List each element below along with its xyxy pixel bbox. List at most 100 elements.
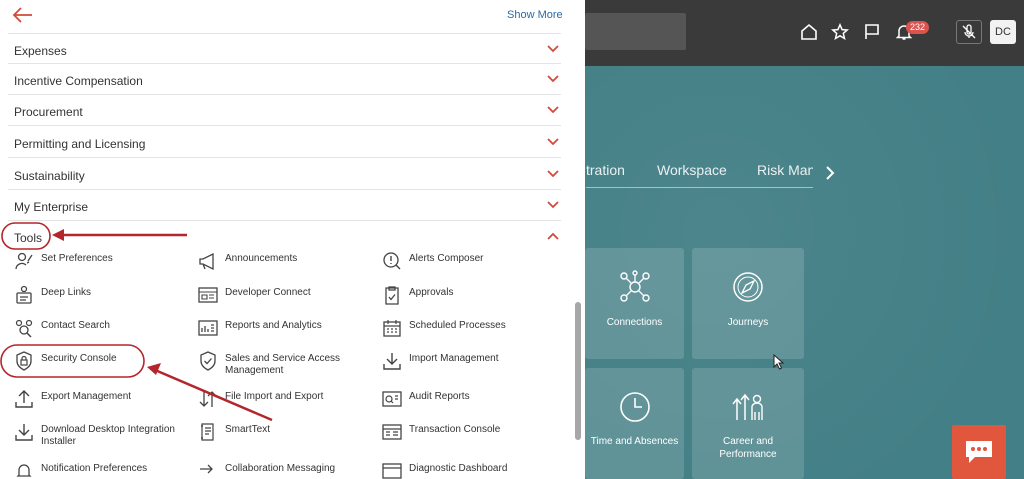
shield-lock-icon	[16, 351, 32, 371]
chat-bubble-icon	[966, 441, 992, 463]
tool-label: Approvals	[409, 287, 454, 298]
home-icon[interactable]	[798, 21, 820, 43]
tab-risk-management[interactable]: Risk Mana	[757, 162, 813, 178]
chevron-down-icon	[547, 170, 559, 178]
tool-audit-reports[interactable]: Audit Reports	[382, 389, 470, 409]
messaging-icon	[200, 464, 213, 474]
category-label: My Enterprise	[14, 200, 89, 214]
export-icon	[15, 390, 33, 408]
tool-label: Collaboration Messaging	[225, 463, 336, 474]
tool-announcements[interactable]: Announcements	[198, 251, 297, 271]
tool-notification-preferences[interactable]: Notification Preferences	[14, 461, 147, 479]
global-search-input[interactable]	[585, 13, 686, 50]
tool-download-desktop-integration-installer[interactable]: Download Desktop Integration Installer	[14, 422, 181, 448]
tool-label: Developer Connect	[225, 287, 311, 298]
category-sustainability[interactable]: Sustainability	[8, 159, 561, 190]
tile-label: Connections	[606, 317, 663, 328]
category-my-enterprise[interactable]: My Enterprise	[8, 190, 561, 221]
user-settings-icon	[15, 252, 33, 270]
category-label: Expenses	[14, 44, 67, 58]
shield-check-icon	[200, 351, 216, 371]
console-icon	[382, 424, 402, 440]
tool-reports-and-analytics[interactable]: Reports and Analytics	[198, 318, 322, 338]
tool-diagnostic-dashboard[interactable]: Diagnostic Dashboard	[382, 461, 507, 479]
tab-administration[interactable]: tration	[586, 162, 625, 178]
chevron-down-icon	[547, 75, 559, 83]
tool-transaction-console[interactable]: Transaction Console	[382, 422, 500, 442]
scrollbar-thumb[interactable]	[575, 302, 581, 440]
tool-label: SmartText	[225, 424, 271, 435]
tool-label: Contact Search	[41, 320, 110, 331]
category-permitting-and-licensing[interactable]: Permitting and Licensing	[8, 127, 561, 158]
tool-label: Alerts Composer	[409, 253, 484, 264]
clock-icon	[619, 392, 650, 422]
tool-set-preferences[interactable]: Set Preferences	[14, 251, 113, 271]
tool-smarttext[interactable]: SmartText	[198, 422, 270, 442]
tool-file-import-and-export[interactable]: File Import and Export	[198, 389, 323, 409]
back-arrow-icon[interactable]	[12, 6, 34, 24]
file-transfer-icon	[199, 391, 217, 407]
tile-journeys[interactable]: Journeys	[692, 248, 804, 359]
tool-label: Scheduled Processes	[409, 320, 506, 331]
tile-label: Career and Performance	[719, 436, 777, 460]
tool-developer-connect[interactable]: Developer Connect	[198, 285, 311, 305]
tool-approvals[interactable]: Approvals	[382, 285, 453, 305]
chevron-right-icon[interactable]	[822, 164, 838, 182]
tool-alerts-composer[interactable]: Alerts Composer	[382, 251, 483, 271]
tool-label: Transaction Console	[409, 424, 501, 435]
chevron-down-icon	[547, 106, 559, 114]
category-label: Procurement	[14, 105, 83, 119]
alert-icon	[383, 252, 401, 270]
tool-deep-links[interactable]: Deep Links	[14, 285, 91, 305]
voice-off-button[interactable]	[956, 20, 982, 44]
tile-label: Time and Absences	[590, 436, 679, 447]
tool-security-console[interactable]: Security Console	[14, 351, 117, 371]
tool-scheduled-processes[interactable]: Scheduled Processes	[382, 318, 506, 338]
tool-contact-search[interactable]: Contact Search	[14, 318, 110, 338]
tool-collaboration-messaging[interactable]: Collaboration Messaging	[198, 461, 335, 479]
show-more-link[interactable]: Show More	[507, 9, 563, 21]
audit-icon	[382, 391, 402, 407]
dashboard-icon	[382, 463, 402, 479]
tile-label: Journeys	[727, 317, 769, 328]
category-label: Sustainability	[14, 169, 85, 183]
tile-career-and-performance[interactable]: Career and Performance	[692, 368, 804, 479]
chat-button[interactable]	[952, 425, 1006, 479]
flag-icon[interactable]	[861, 21, 883, 43]
report-icon	[198, 320, 218, 336]
tool-sales-and-service-access-management[interactable]: Sales and Service Access Management	[198, 351, 365, 377]
deep-links-icon	[16, 285, 32, 304]
connections-icon	[619, 270, 650, 302]
tool-export-management[interactable]: Export Management	[14, 389, 131, 409]
clipboard-check-icon	[385, 286, 399, 305]
calendar-icon	[383, 320, 401, 337]
category-procurement[interactable]: Procurement	[8, 95, 561, 126]
chevron-down-icon	[547, 45, 559, 53]
import-icon	[383, 353, 401, 370]
category-incentive-compensation[interactable]: Incentive Compensation	[8, 64, 561, 95]
chevron-up-icon[interactable]	[547, 232, 559, 240]
contact-search-icon	[15, 319, 33, 338]
smarttext-icon	[201, 423, 214, 441]
chevron-down-icon	[547, 138, 559, 146]
category-label: Permitting and Licensing	[14, 137, 146, 151]
category-tools[interactable]: Tools	[14, 231, 42, 245]
tool-label: Security Console	[41, 353, 117, 364]
tool-label: Announcements	[225, 253, 298, 264]
mouse-cursor-icon	[773, 354, 785, 370]
career-growth-icon	[732, 393, 763, 420]
user-avatar[interactable]: DC	[990, 20, 1016, 44]
favorites-star-icon[interactable]	[829, 21, 851, 43]
microphone-off-icon	[962, 24, 976, 39]
tile-connections[interactable]: Connections	[585, 248, 684, 359]
tool-label: Sales and Service Access Management	[225, 353, 341, 376]
tile-time-and-absences[interactable]: Time and Absences	[585, 368, 684, 479]
tab-workspace[interactable]: Workspace	[657, 162, 727, 178]
tool-label: File Import and Export	[225, 391, 324, 402]
tab-strip-divider	[586, 187, 813, 188]
tool-import-management[interactable]: Import Management	[382, 351, 499, 371]
tool-label: Export Management	[41, 391, 132, 402]
compass-icon	[733, 272, 763, 302]
tool-label: Import Management	[409, 353, 499, 364]
category-expenses[interactable]: Expenses	[8, 33, 561, 64]
